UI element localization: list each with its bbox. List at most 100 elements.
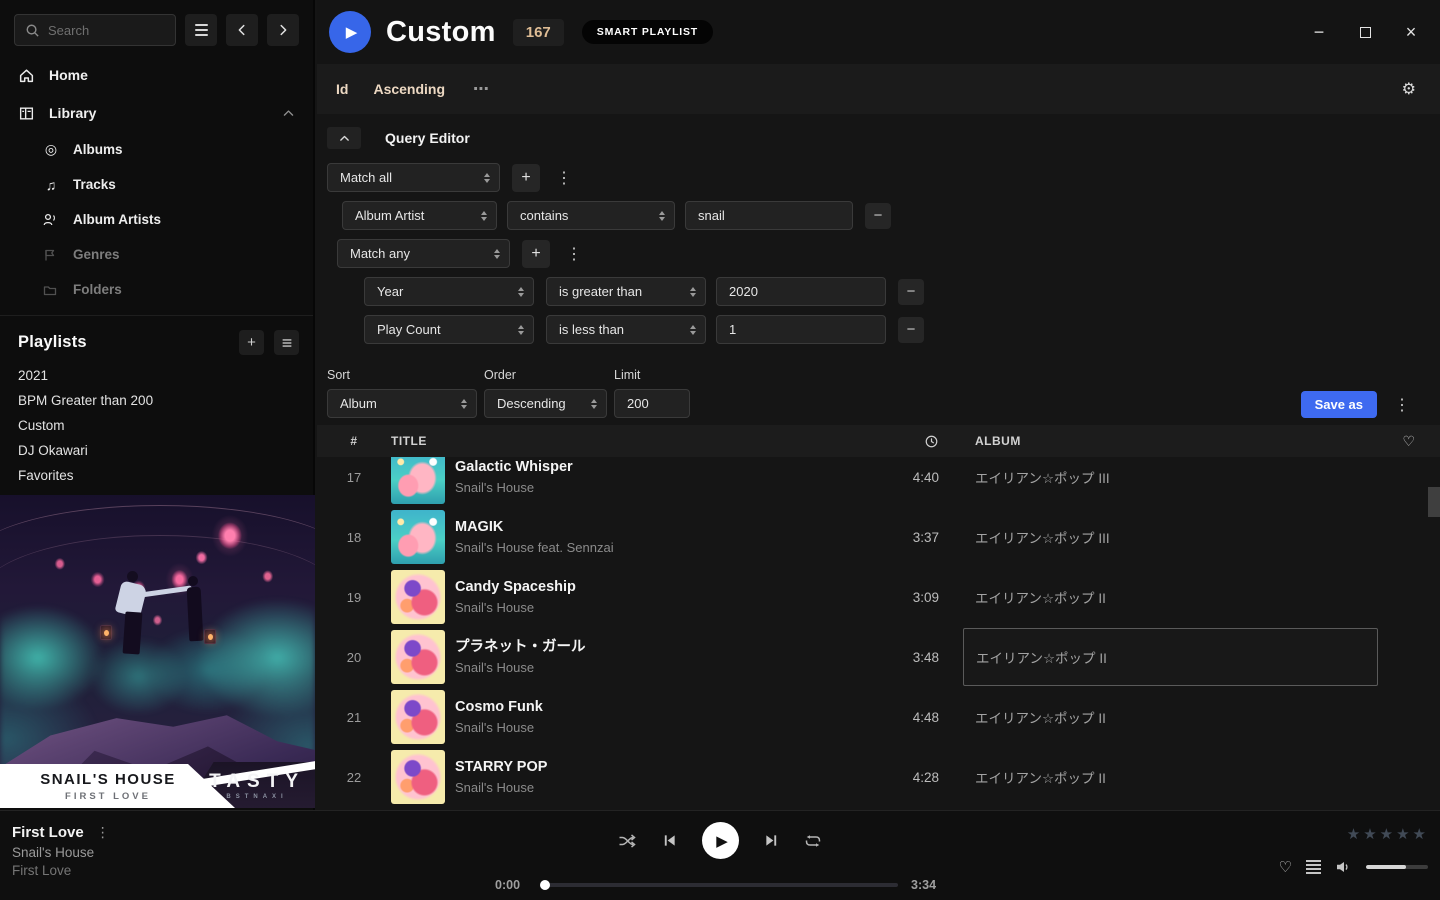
sidebar-item-albums[interactable]: ◎ Albums (0, 132, 313, 167)
shuffle-button[interactable] (618, 833, 637, 849)
playlists-title: Playlists (18, 333, 229, 352)
remove-rule-button[interactable]: − (898, 317, 924, 343)
rule-value-input[interactable] (716, 315, 886, 344)
track-album[interactable]: エイリアン☆ポップ II (963, 748, 1378, 806)
save-as-button[interactable]: Save as (1301, 391, 1377, 418)
track-duration: 4:48 (861, 710, 941, 725)
artwork-figures (188, 576, 198, 586)
star-icon[interactable]: ★ (1347, 825, 1360, 843)
column-header-album[interactable]: ALBUM (963, 434, 1378, 448)
table-row[interactable]: 22 STARRY POP Snail's House 4:28 エイリアン☆ポ… (317, 747, 1440, 807)
playlist-item[interactable]: Custom (18, 413, 295, 438)
volume-icon[interactable] (1335, 859, 1352, 875)
query-menu-button[interactable]: ⋮ (1390, 395, 1414, 415)
playlist-item[interactable]: BPM Greater than 200 (18, 388, 295, 413)
gear-icon[interactable]: ⚙ (1402, 79, 1416, 99)
nav-back-button[interactable] (226, 14, 258, 46)
column-header-duration[interactable] (861, 434, 941, 449)
play-playlist-button[interactable]: ▶ (329, 11, 371, 53)
star-icon[interactable]: ★ (1413, 825, 1426, 843)
now-playing-title[interactable]: First Love (12, 824, 84, 841)
play-pause-button[interactable]: ▶ (702, 822, 739, 859)
now-playing-artwork[interactable]: SNAIL'S HOUSE FIRST LOVE TASTY BSTNAXI (0, 495, 315, 808)
track-album[interactable]: エイリアン☆ポップ II (963, 568, 1378, 626)
rule-field-select[interactable]: Year (364, 277, 534, 306)
track-artist[interactable]: Snail's House (455, 658, 586, 677)
track-album[interactable]: エイリアン☆ポップ II (963, 688, 1378, 746)
track-duration: 4:40 (861, 470, 941, 485)
nav-forward-button[interactable] (267, 14, 299, 46)
match-type-select[interactable]: Match all (327, 163, 500, 192)
previous-track-button[interactable] (662, 833, 677, 848)
add-playlist-button[interactable]: + (239, 330, 264, 355)
repeat-button[interactable] (804, 833, 822, 849)
column-header-index[interactable]: # (317, 434, 391, 448)
table-row[interactable]: 21 Cosmo Funk Snail's House 4:48 エイリアン☆ポ… (317, 687, 1440, 747)
maximize-button[interactable] (1350, 17, 1380, 47)
sidebar-item-folders[interactable]: Folders (0, 272, 313, 307)
add-rule-button[interactable]: + (512, 164, 540, 192)
column-header-favorite[interactable]: ♡ (1378, 433, 1440, 450)
star-icon[interactable]: ★ (1380, 825, 1393, 843)
favorite-button[interactable]: ♡ (1279, 858, 1292, 876)
rule-group-menu-button[interactable]: ⋮ (562, 244, 586, 264)
table-row[interactable]: 18 MAGIK Snail's House feat. Sennzai 3:3… (317, 507, 1440, 567)
close-button[interactable]: × (1396, 17, 1426, 47)
remove-rule-button[interactable]: − (898, 279, 924, 305)
star-icon[interactable]: ★ (1363, 825, 1376, 843)
track-artist[interactable]: Snail's House (455, 778, 547, 797)
now-playing-album[interactable]: First Love (12, 863, 110, 878)
more-options-icon[interactable]: ⋯ (473, 79, 489, 99)
collapse-query-editor-button[interactable] (327, 127, 361, 149)
order-select[interactable]: Descending (484, 389, 607, 418)
rule-value-input[interactable] (685, 201, 853, 230)
track-album-focused-cell[interactable]: エイリアン☆ポップ II (963, 628, 1378, 686)
playlist-item[interactable]: Favorites (18, 463, 295, 488)
sidebar-item-album-artists[interactable]: Album Artists (0, 202, 313, 237)
search-box[interactable] (14, 14, 176, 46)
rule-group-menu-button[interactable]: ⋮ (552, 168, 576, 188)
rule-field-select[interactable]: Album Artist (342, 201, 497, 230)
track-title: MAGIK (455, 517, 614, 537)
rule-operator-select[interactable]: contains (507, 201, 675, 230)
sort-select[interactable]: Album (327, 389, 477, 418)
minimize-button[interactable]: − (1304, 17, 1334, 47)
chevron-up-icon[interactable] (282, 107, 295, 120)
rule-operator-select[interactable]: is greater than (546, 277, 706, 306)
playlist-item[interactable]: DJ Okawari (18, 438, 295, 463)
star-icon[interactable]: ★ (1396, 825, 1409, 843)
seek-bar[interactable] (542, 883, 898, 887)
track-menu-button[interactable]: ⋮ (96, 824, 110, 841)
next-track-button[interactable] (764, 833, 779, 848)
rule-operator-select[interactable]: is less than (546, 315, 706, 344)
seek-handle[interactable] (540, 880, 550, 890)
volume-slider[interactable] (1366, 865, 1428, 869)
playlist-item[interactable]: 2021 (18, 363, 295, 388)
sort-field-button[interactable]: Id (336, 81, 348, 97)
remove-rule-button[interactable]: − (865, 203, 891, 229)
table-row[interactable]: 19 Candy Spaceship Snail's House 3:09 エイ… (317, 567, 1440, 627)
sidebar-item-library[interactable]: Library (0, 94, 313, 132)
menu-button[interactable] (185, 14, 217, 46)
playlist-list-options-button[interactable] (274, 330, 299, 355)
rule-value-input[interactable] (716, 277, 886, 306)
match-type-select[interactable]: Match any (337, 239, 510, 268)
sidebar-item-home[interactable]: Home (0, 56, 313, 94)
track-album[interactable]: エイリアン☆ポップ III (963, 508, 1378, 566)
track-artist[interactable]: Snail's House (455, 718, 543, 737)
sort-direction-button[interactable]: Ascending (373, 81, 445, 97)
queue-icon[interactable] (1306, 860, 1321, 874)
add-rule-button[interactable]: + (522, 240, 550, 268)
sidebar-item-tracks[interactable]: ♫ Tracks (0, 167, 313, 202)
track-artist[interactable]: Snail's House (455, 598, 576, 617)
rule-field-select[interactable]: Play Count (364, 315, 534, 344)
track-artist[interactable]: Snail's House feat. Sennzai (455, 538, 614, 557)
column-header-title[interactable]: TITLE (391, 434, 861, 448)
sidebar-item-genres[interactable]: Genres (0, 237, 313, 272)
limit-input[interactable] (614, 389, 690, 418)
track-duration: 3:48 (861, 650, 941, 665)
now-playing-artist[interactable]: Snail's House (12, 845, 110, 860)
table-row[interactable]: 20 プラネット・ガール Snail's House 3:48 エイリアン☆ポッ… (317, 627, 1440, 687)
search-input[interactable] (48, 23, 165, 38)
track-artist[interactable]: Snail's House (455, 478, 573, 497)
